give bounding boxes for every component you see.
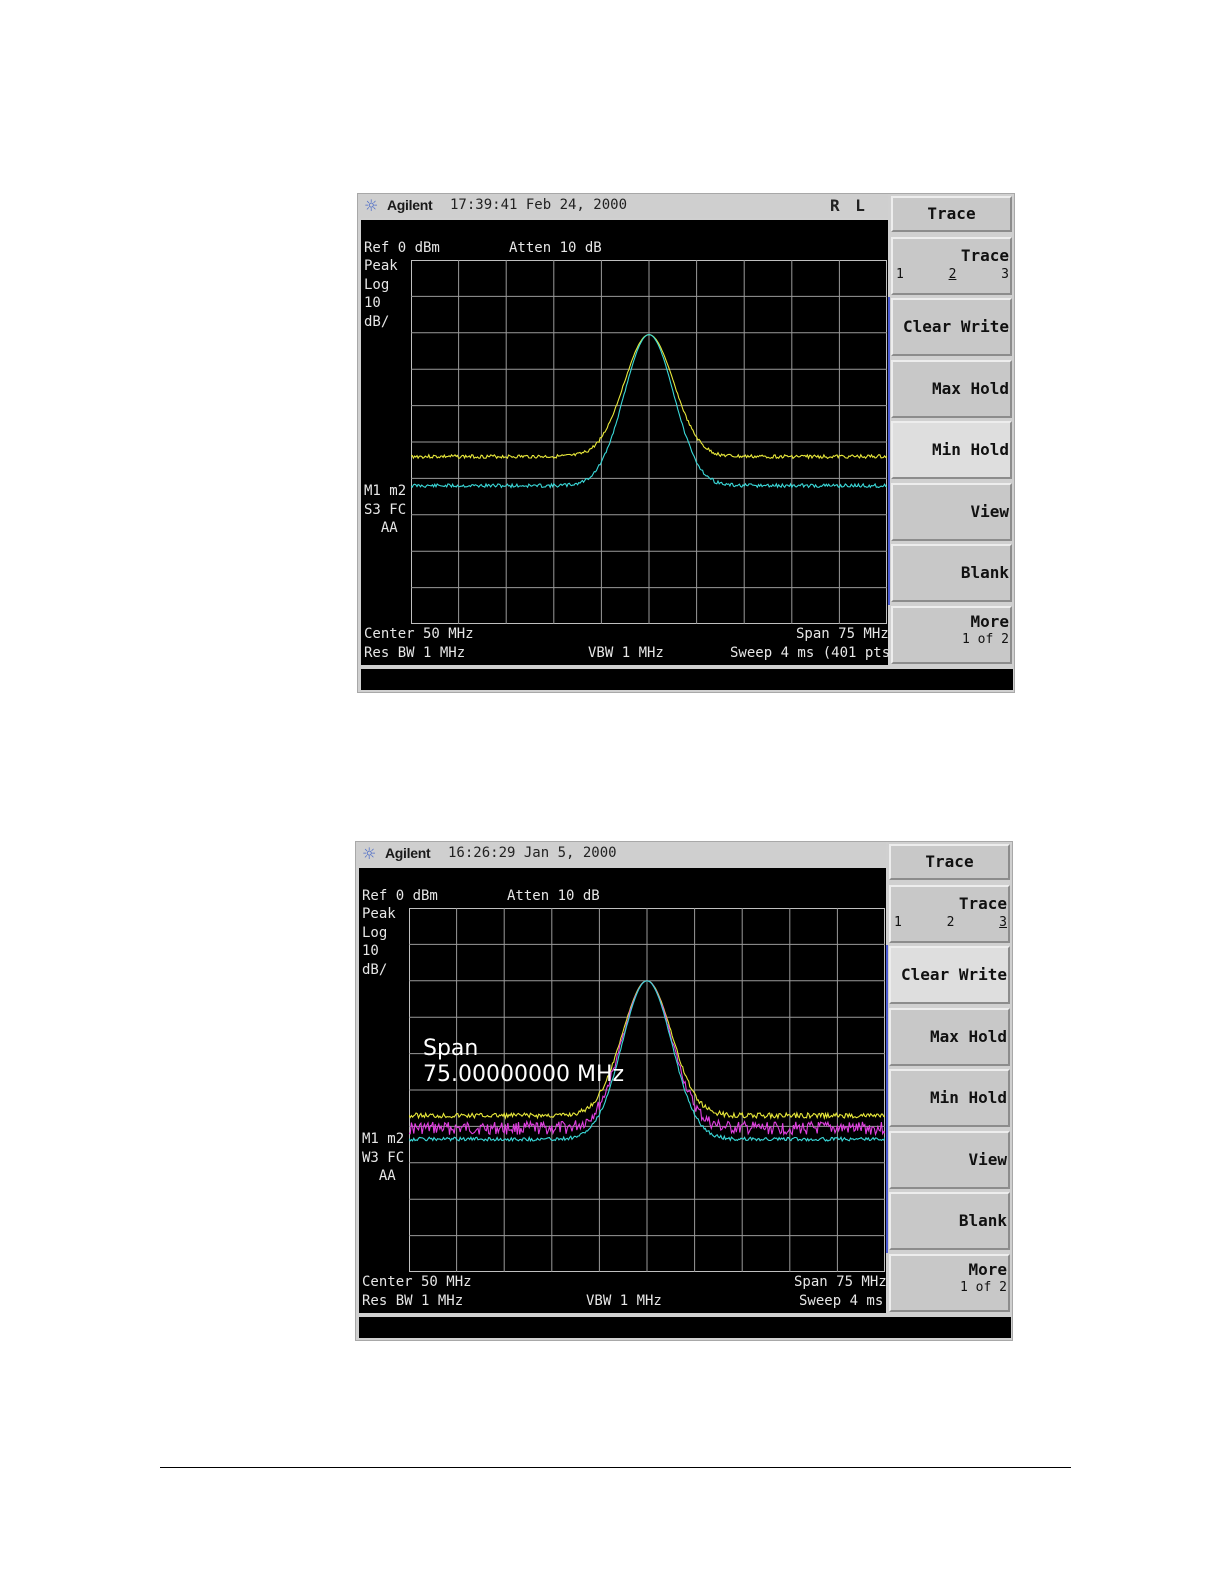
center-frequency: Center 50 MHz [364,626,474,642]
marker-status-line-3: AA [364,520,398,536]
more-softkey[interactable]: More 1 of 2 [889,1254,1010,1312]
trace-option-3[interactable]: 3 [999,915,1007,930]
view-softkey[interactable]: View [889,1131,1010,1189]
marker-status-line-3: AA [362,1168,396,1184]
softkey-group-bracket [888,297,890,605]
video-bandwidth: VBW 1 MHz [588,645,664,661]
brand-name: Agilent [387,197,433,213]
frequency-span: Span 75 MHz [796,626,889,642]
softkey-group-bracket [886,945,888,1253]
status-line [359,1317,1011,1338]
scale-value: 10 [362,943,379,959]
brand-name: Agilent [385,845,431,861]
menu-title: Trace [891,196,1012,232]
scale-type: Log [362,925,388,941]
scale-value: 10 [364,295,381,311]
date-time: 16:26:29 Jan 5, 2000 [448,845,617,861]
sweep-time: Sweep 4 ms (401 pts) [730,645,899,661]
more-softkey[interactable]: More 1 of 2 [891,606,1012,664]
trace-graticule [411,260,887,624]
reference-level: Ref 0 dBm [364,240,440,256]
attenuation: Atten 10 dB [509,240,602,256]
clear-write-softkey[interactable]: Clear Write [889,946,1010,1004]
min-hold-softkey[interactable]: Min Hold [889,1069,1010,1127]
max-hold-softkey[interactable]: Max Hold [889,1008,1010,1066]
more-page-indicator: 1 of 2 [962,632,1009,647]
spectrum-display: Ref 0 dBm Atten 10 dB Peak Log 10 dB/ M1… [359,868,887,1313]
title-bar: ☼ Agilent 16:26:29 Jan 5, 2000 [356,842,886,866]
more-page-indicator: 1 of 2 [960,1280,1007,1295]
active-function-label: Span [423,1036,479,1061]
page-footer-rule [160,1467,1071,1468]
frequency-span: Span 75 MHz [794,1274,887,1290]
scale-unit: dB/ [364,314,390,330]
max-hold-softkey[interactable]: Max Hold [891,360,1012,418]
marker-status-line-1: M1 m2 [362,1131,405,1147]
trace-option-2[interactable]: 2 [947,915,955,930]
clear-write-softkey[interactable]: Clear Write [891,298,1012,356]
resolution-bandwidth: Res BW 1 MHz [364,645,466,661]
trace-graticule [409,908,885,1272]
scale-type: Log [364,277,390,293]
trace-option-3[interactable]: 3 [1001,267,1009,282]
marker-status-line-1: M1 m2 [364,483,407,499]
agilent-logo-icon: ☼ [364,196,379,215]
detector-mode: Peak [362,906,396,922]
trace-option-1[interactable]: 1 [896,267,904,282]
blank-softkey[interactable]: Blank [889,1192,1010,1250]
sweep-time: Sweep 4 ms [799,1293,884,1309]
video-bandwidth: VBW 1 MHz [586,1293,662,1309]
blank-softkey[interactable]: Blank [891,544,1012,602]
remote-local-indicator: R L [830,196,868,215]
scale-unit: dB/ [362,962,388,978]
marker-status-line-2: S3 FC [364,502,407,518]
date-time: 17:39:41 Feb 24, 2000 [450,197,628,213]
agilent-logo-icon: ☼ [362,844,377,863]
detector-mode: Peak [364,258,398,274]
analyzer-screenshot-1: ☼ Agilent 17:39:41 Feb 24, 2000 R L Ref … [357,193,1015,693]
active-function-value: 75.00000000 MHz [423,1062,625,1087]
trace-select-softkey[interactable]: Trace 1 2 3 [889,885,1010,943]
marker-status-line-2: W3 FC [362,1150,405,1166]
menu-title: Trace [889,844,1010,880]
resolution-bandwidth: Res BW 1 MHz [362,1293,464,1309]
status-line [361,669,1013,690]
spectrum-display: Ref 0 dBm Atten 10 dB Peak Log 10 dB/ M1… [361,220,899,665]
trace-option-1[interactable]: 1 [894,915,902,930]
analyzer-screenshot-2: ☼ Agilent 16:26:29 Jan 5, 2000 Ref 0 dBm… [355,841,1013,1341]
min-hold-softkey[interactable]: Min Hold [891,421,1012,479]
trace-option-2[interactable]: 2 [949,267,957,282]
view-softkey[interactable]: View [891,483,1012,541]
trace-select-softkey[interactable]: Trace 1 2 3 [891,237,1012,295]
center-frequency: Center 50 MHz [362,1274,472,1290]
reference-level: Ref 0 dBm [362,888,438,904]
attenuation: Atten 10 dB [507,888,600,904]
title-bar: ☼ Agilent 17:39:41 Feb 24, 2000 R L [358,194,888,218]
